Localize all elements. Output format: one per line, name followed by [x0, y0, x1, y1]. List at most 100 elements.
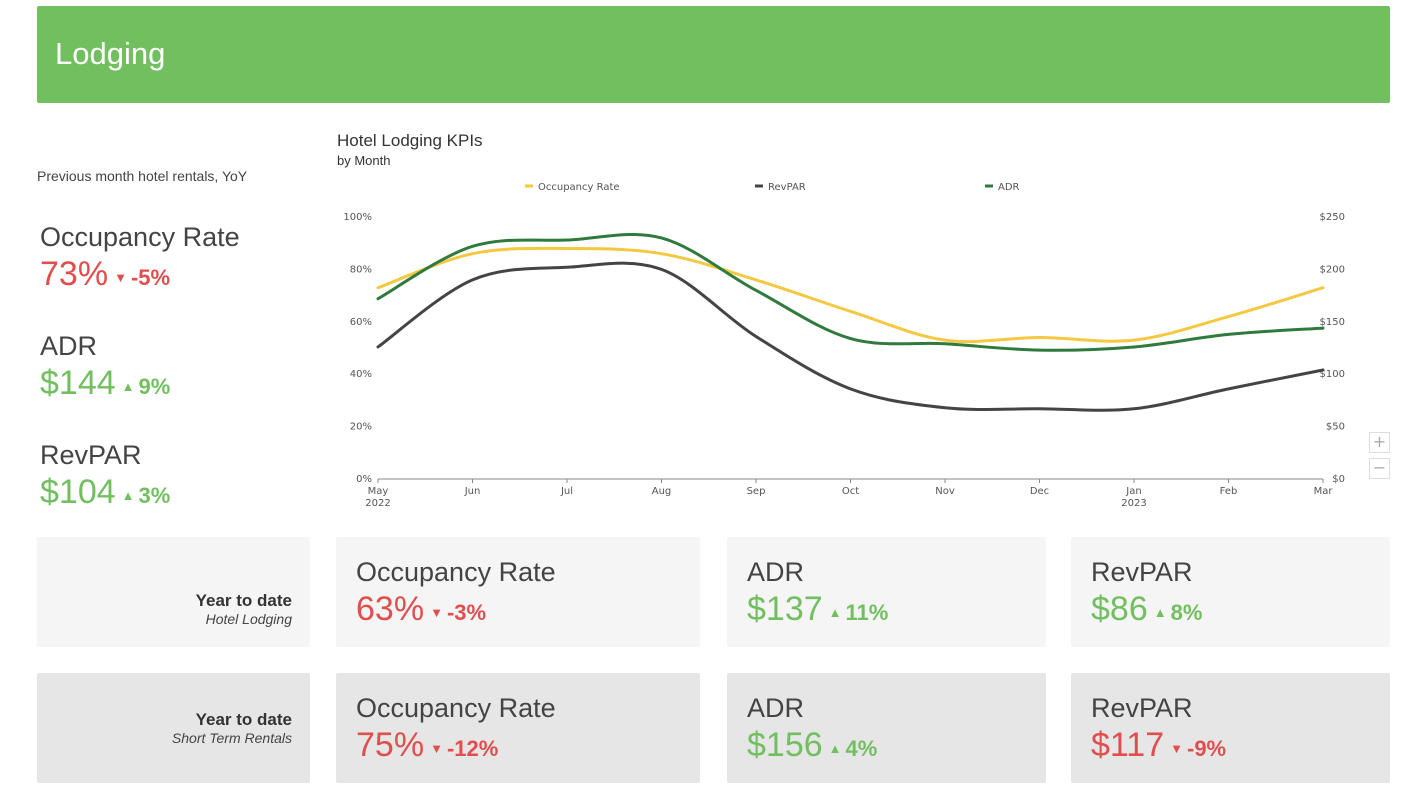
- page-title: Lodging: [55, 36, 166, 71]
- x-tick-label: Feb: [1220, 486, 1238, 497]
- x-tick-label-year: 2022: [365, 498, 390, 509]
- kpi-line: $86 ▲ 8%: [1091, 592, 1202, 626]
- series-line-revpar: [376, 261, 1325, 412]
- kpi-value: $144: [40, 364, 116, 402]
- zoom-in-button[interactable]: +: [1369, 432, 1390, 453]
- y-left-tick-label: 80%: [350, 264, 372, 275]
- card-kpi: Occupancy Rate 75% ▼ -12%: [356, 693, 556, 764]
- plus-icon: +: [1372, 432, 1387, 451]
- summary-subtitle: Previous month hotel rentals, YoY: [37, 168, 248, 184]
- card-kpi: Occupancy Rate 63% ▼ -3%: [356, 557, 556, 628]
- chart-title: Hotel Lodging KPIs: [337, 131, 483, 150]
- legend-label: ADR: [998, 182, 1020, 193]
- header-banner: Lodging: [37, 6, 1390, 103]
- x-tick-label: Sep: [747, 486, 766, 497]
- kpi-delta: 4%: [845, 736, 878, 761]
- kpi-value: 63%: [356, 590, 425, 628]
- summary-kpi-occupancy: Occupancy Rate 73% ▼ -5%: [40, 222, 240, 292]
- chart-svg: May2022 Jun Jul Aug Sep Oct Nov Dec Jan2023 Feb Ma…: [343, 182, 1345, 509]
- y-left-tick-label: 100%: [343, 212, 372, 223]
- kpi-value: 75%: [356, 726, 425, 764]
- kpi-name: ADR: [747, 693, 805, 723]
- summary-kpi-adr: ADR $144 ▲ 9%: [40, 331, 170, 401]
- ytd-hotel-label-card: Year to date Hotel Lodging: [37, 537, 310, 647]
- x-tick-label: Aug: [652, 486, 672, 497]
- up-arrow-icon: ▲: [828, 741, 842, 756]
- y-right-tick-label: $50: [1326, 422, 1345, 433]
- kpi-name: Occupancy Rate: [356, 557, 556, 587]
- kpi-delta: -5%: [130, 265, 171, 290]
- card-kpi: RevPAR $117 ▼ -9%: [1091, 693, 1226, 763]
- kpi-delta: 11%: [845, 600, 889, 625]
- card-kpi: ADR $156 ▲ 4%: [747, 693, 877, 763]
- legend-label: Occupancy Rate: [538, 182, 620, 193]
- card-kpi: RevPAR $86 ▲ 8%: [1091, 557, 1202, 627]
- ytd-label-sub: Hotel Lodging: [205, 611, 292, 627]
- zoom-out-button[interactable]: −: [1369, 458, 1390, 479]
- kpi-name: RevPAR: [1091, 693, 1193, 723]
- kpi-value: $104: [40, 473, 116, 511]
- y-left-tick-label: 40%: [350, 369, 372, 380]
- y-left-tick-label: 60%: [350, 317, 372, 328]
- x-tick-label: Nov: [935, 486, 955, 497]
- kpi-name: ADR: [40, 331, 98, 361]
- kpi-line: $104 ▲ 3%: [40, 475, 170, 509]
- kpi-delta: 8%: [1170, 600, 1203, 625]
- kpi-chart: May 2022 Jun Jul Aug Sep Oct Nov Dec Jan 2023 Feb Ma…: [330, 125, 1400, 525]
- y-left-tick-label: 0%: [356, 474, 372, 485]
- ytd-hotel-occupancy-card: Occupancy Rate 63% ▼ -3%: [336, 537, 700, 647]
- up-arrow-icon: ▲: [121, 379, 135, 394]
- kpi-name: Occupancy Rate: [40, 222, 240, 252]
- ytd-hotel-adr-card: ADR $137 ▲ 11%: [727, 537, 1046, 647]
- ytd-hotel-label: Year to date Hotel Lodging: [196, 591, 292, 627]
- ytd-label-main: Year to date: [195, 591, 292, 610]
- kpi-name: RevPAR: [1091, 557, 1193, 587]
- up-arrow-icon: ▲: [828, 605, 842, 620]
- kpi-value: $86: [1091, 590, 1148, 628]
- y-right-tick-label: $250: [1320, 212, 1345, 223]
- x-tick-label: Dec: [1030, 486, 1049, 497]
- x-tick-label: Jan: [1125, 486, 1141, 497]
- y-right-tick-label: $200: [1320, 264, 1345, 275]
- y-right-tick-label: $150: [1320, 317, 1345, 328]
- kpi-name: Occupancy Rate: [356, 693, 556, 723]
- kpi-line: 73% ▼ -5%: [40, 257, 240, 291]
- x-tick-label: Oct: [842, 486, 859, 497]
- x-tick-label: Jul: [560, 486, 573, 497]
- ytd-hotel-revpar-card: RevPAR $86 ▲ 8%: [1071, 537, 1390, 647]
- down-arrow-icon: ▼: [1170, 741, 1183, 756]
- kpi-name: ADR: [747, 557, 805, 587]
- kpi-value: 73%: [40, 255, 109, 293]
- series-line-adr: [376, 232, 1325, 352]
- kpi-line: $117 ▼ -9%: [1091, 728, 1226, 762]
- card-kpi: ADR $137 ▲ 11%: [747, 557, 888, 627]
- ytd-label-sub: Short Term Rentals: [171, 730, 292, 746]
- ytd-str-adr-card: ADR $156 ▲ 4%: [727, 673, 1046, 783]
- kpi-value: $137: [747, 590, 823, 628]
- down-arrow-icon: ▼: [430, 605, 443, 620]
- kpi-name: RevPAR: [40, 440, 142, 470]
- kpi-delta: -3%: [446, 600, 487, 625]
- down-arrow-icon: ▼: [430, 741, 443, 756]
- chart-subtitle: by Month: [337, 153, 391, 168]
- kpi-delta: -9%: [1187, 736, 1227, 761]
- y-right-tick-label: $0: [1332, 474, 1345, 485]
- kpi-delta: 3%: [138, 483, 171, 508]
- ytd-label-main: Year to date: [195, 710, 292, 729]
- x-tick-label: May: [368, 486, 389, 497]
- up-arrow-icon: ▲: [1153, 605, 1167, 620]
- kpi-line: $144 ▲ 9%: [40, 366, 170, 400]
- kpi-delta: -12%: [446, 736, 499, 761]
- ytd-str-label: Year to date Short Term Rentals: [172, 710, 292, 746]
- y-left-tick-label: 20%: [350, 422, 372, 433]
- down-arrow-icon: ▼: [114, 270, 127, 285]
- kpi-line: $137 ▲ 11%: [747, 592, 888, 626]
- series-line-occupancy-rate: [376, 246, 1325, 344]
- up-arrow-icon: ▲: [121, 488, 135, 503]
- ytd-str-label-card: Year to date Short Term Rentals: [37, 673, 310, 783]
- kpi-line: $156 ▲ 4%: [747, 728, 877, 762]
- kpi-value: $156: [747, 726, 823, 764]
- summary-kpi-revpar: RevPAR $104 ▲ 3%: [40, 440, 170, 510]
- x-tick-label: Mar: [1314, 486, 1334, 497]
- kpi-value: $117: [1091, 726, 1165, 764]
